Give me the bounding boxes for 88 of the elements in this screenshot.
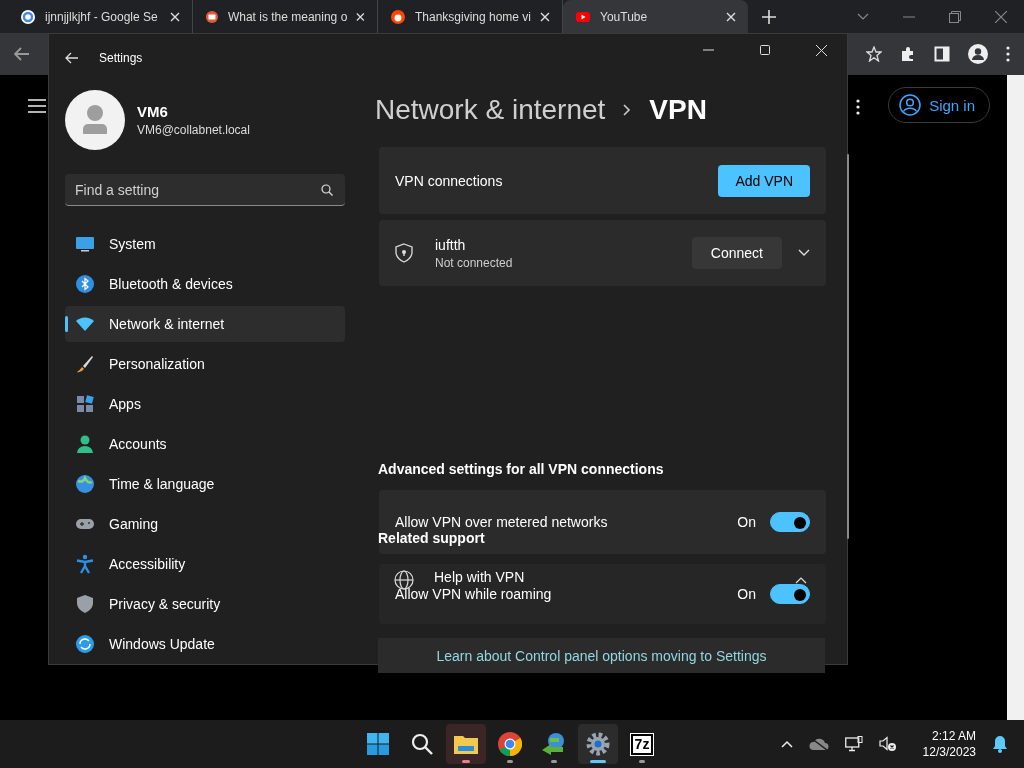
time-icon: [75, 474, 95, 494]
kebab-menu-icon[interactable]: [1006, 46, 1010, 62]
settings-link[interactable]: Learn about Control panel options moving to Settings: [436, 647, 767, 664]
section-heading: Advanced settings for all VPN connections: [378, 461, 665, 479]
system-icon: [75, 234, 95, 254]
connection-status: Not connected: [435, 255, 513, 270]
globe-icon[interactable]: [394, 570, 414, 590]
site-icon: [205, 8, 219, 25]
privacy-icon: [75, 594, 95, 614]
folder-icon: [454, 734, 478, 754]
windows-logo-icon: [367, 733, 389, 755]
chevron-icon[interactable]: [795, 576, 807, 584]
accounts-icon: [75, 434, 95, 454]
cloud-off-icon[interactable]: [808, 737, 829, 751]
user-email: VM6@collabnet.local: [137, 123, 250, 137]
nav-item[interactable]: Apps: [65, 386, 345, 422]
monitor-icon[interactable]: [844, 736, 863, 752]
tab-title: Thanksgiving home vi: [414, 9, 532, 24]
chrome-icon: [498, 732, 522, 756]
toggle-state: On: [737, 586, 756, 602]
selection-indicator: [65, 316, 68, 332]
accessibility-icon: [75, 554, 95, 574]
nav-item[interactable]: Network & internet: [65, 306, 345, 342]
page-title: VPN: [649, 94, 707, 126]
nav-item[interactable]: Accessibility: [65, 546, 345, 582]
kebab-menu-icon[interactable]: [856, 99, 861, 115]
breadcrumb-link[interactable]: Network & internet: [375, 94, 606, 126]
bluetooth-icon: [75, 274, 95, 294]
chevron-right-icon: [623, 104, 632, 116]
clock[interactable]: 2:12 AM 12/3/2023: [922, 728, 976, 760]
restore-icon[interactable]: [949, 10, 961, 23]
puzzle-icon[interactable]: [900, 46, 916, 62]
toggle-switch[interactable]: [770, 584, 810, 604]
card-label: VPN connections: [395, 172, 504, 189]
tab-title: What is the meaning o: [227, 9, 348, 24]
nav-item[interactable]: Windows Update: [65, 626, 345, 662]
setting-label: Allow VPN over metered networks: [395, 514, 608, 530]
side-panel-icon[interactable]: [934, 46, 950, 62]
site-icon: [390, 8, 406, 25]
menu-icon[interactable]: [28, 99, 46, 113]
nav-item[interactable]: Gaming: [65, 506, 345, 542]
nav-item[interactable]: Bluetooth & devices: [65, 266, 345, 302]
time-text: 2:12 AM: [931, 728, 976, 744]
chevron-up-icon[interactable]: [780, 740, 793, 748]
chevron-icon[interactable]: [798, 249, 810, 257]
taskbar-app[interactable]: [578, 724, 618, 764]
archive-app-icon: 7z: [630, 733, 654, 755]
brush-icon: [75, 354, 95, 374]
connect-button[interactable]: Connect: [691, 237, 782, 269]
setting-label: Allow VPN while roaming: [395, 586, 552, 602]
nav-item[interactable]: Accounts: [65, 426, 345, 462]
gear-icon: [586, 732, 610, 756]
avatar-icon: [65, 90, 125, 150]
account-icon: [899, 94, 922, 116]
user-name: VM6: [137, 103, 169, 120]
profile-icon[interactable]: [968, 44, 988, 64]
search-field[interactable]: Find a setting: [65, 174, 345, 206]
date-text: 12/3/2023: [922, 744, 976, 760]
tab-title: YouTube: [600, 9, 649, 24]
nav-item[interactable]: System: [65, 226, 345, 262]
apps-icon: [75, 394, 95, 414]
toggle-state: On: [737, 514, 756, 530]
search-icon: [411, 733, 433, 755]
star-icon[interactable]: [866, 46, 882, 62]
bell-icon[interactable]: [992, 735, 1008, 753]
add-vpn-button[interactable]: Add VPN: [718, 164, 810, 197]
shield-icon: [395, 243, 413, 263]
tab-title: ijnnjjlkjhf - Google Se: [45, 9, 159, 24]
browser-tab[interactable]: YouTube: [563, 0, 748, 33]
speaker-muted-icon[interactable]: [878, 736, 897, 752]
plus-icon[interactable]: [762, 9, 776, 24]
help-link[interactable]: Help with VPN: [434, 570, 525, 584]
nav-item[interactable]: Privacy & security: [65, 586, 345, 622]
nav-item[interactable]: Personalization: [65, 346, 345, 382]
scrollbar[interactable]: [1007, 75, 1024, 720]
search-icon[interactable]: [321, 184, 333, 196]
update-icon: [75, 634, 95, 654]
taskbar-app[interactable]: 7z: [622, 724, 662, 764]
section-heading: Related support: [378, 529, 485, 548]
toggle-switch[interactable]: [770, 512, 810, 532]
connection-name: iuftth: [435, 236, 467, 253]
chevron-down-icon[interactable]: [857, 12, 869, 21]
window-title: Settings: [99, 51, 143, 65]
site-icon: [20, 8, 36, 25]
taskbar-app[interactable]: [446, 724, 486, 764]
nav-item[interactable]: Time & language: [65, 466, 345, 502]
maximize-icon[interactable]: [760, 45, 770, 55]
scrollbar[interactable]: [847, 154, 849, 539]
